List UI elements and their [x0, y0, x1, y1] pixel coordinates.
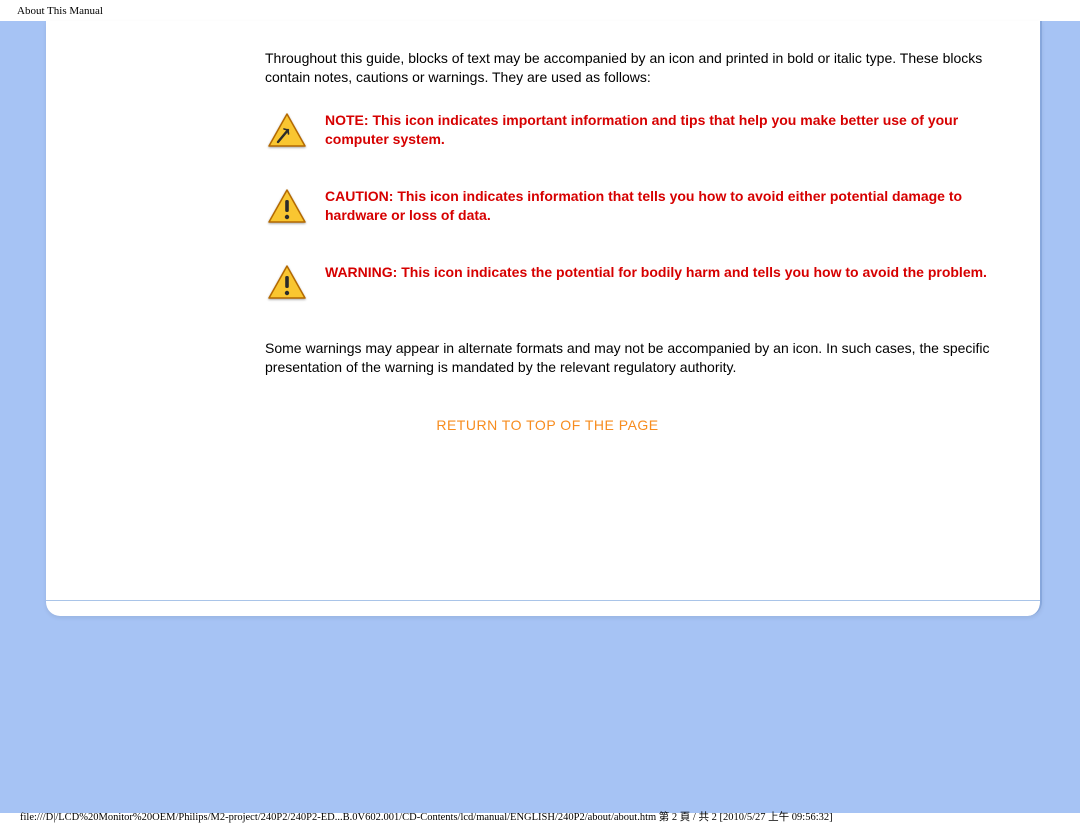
content-panel: Throughout this guide, blocks of text ma…	[46, 21, 1042, 616]
intro-paragraph: Throughout this guide, blocks of text ma…	[265, 49, 1010, 87]
page-title: About This Manual	[0, 0, 1080, 17]
callout-caution-text: CAUTION: This icon indicates information…	[309, 187, 1010, 225]
panel-footer-separator	[46, 600, 1040, 616]
caution-triangle-icon	[265, 187, 309, 227]
callout-warning: WARNING: This icon indicates the potenti…	[265, 263, 1010, 303]
callout-caution: CAUTION: This icon indicates information…	[265, 187, 1010, 227]
file-path-footer: file:///D|/LCD%20Monitor%20OEM/Philips/M…	[20, 809, 1060, 824]
warning-triangle-icon	[265, 263, 309, 303]
callout-note: NOTE: This icon indicates important info…	[265, 111, 1010, 151]
outro-paragraph: Some warnings may appear in alternate fo…	[115, 339, 1010, 377]
content-area: Throughout this guide, blocks of text ma…	[46, 21, 1040, 600]
return-to-top-link-text[interactable]: RETURN TO TOP OF THE PAGE	[436, 417, 658, 433]
return-to-top-link[interactable]: RETURN TO TOP OF THE PAGE	[85, 417, 1010, 433]
page-background: Throughout this guide, blocks of text ma…	[0, 21, 1080, 813]
callout-warning-text: WARNING: This icon indicates the potenti…	[309, 263, 1010, 282]
callout-note-text: NOTE: This icon indicates important info…	[309, 111, 1010, 149]
note-triangle-icon	[265, 111, 309, 151]
